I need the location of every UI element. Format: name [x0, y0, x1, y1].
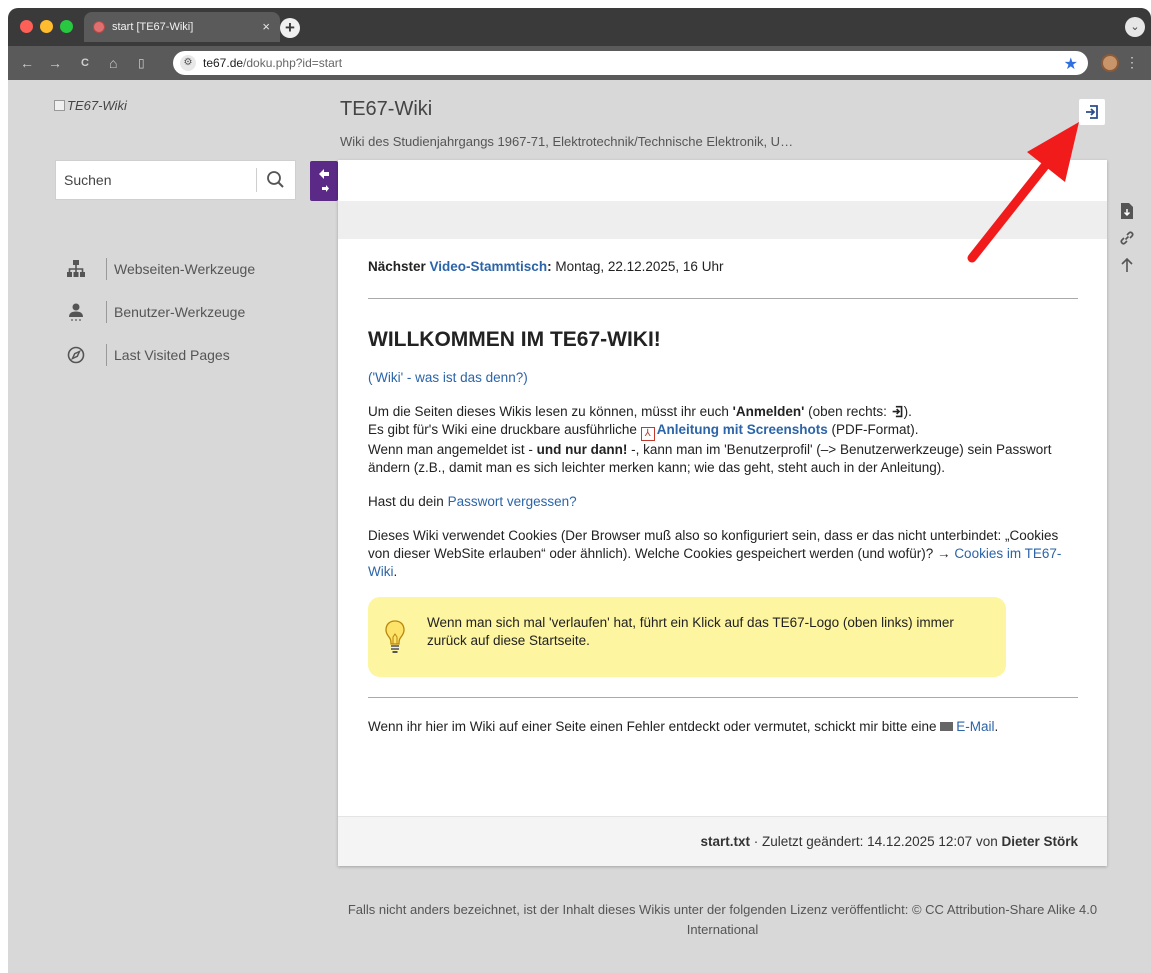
tab-menu-button[interactable]: ⌄	[1125, 17, 1145, 37]
bookmark-star-icon[interactable]: ★	[1064, 54, 1078, 74]
search-icon	[267, 171, 284, 188]
browser-tab[interactable]: start [TE67-Wiki] ×	[84, 12, 280, 42]
login-button[interactable]	[1079, 99, 1105, 125]
reload-icon[interactable]: C	[81, 55, 89, 71]
new-tab-button[interactable]: +	[280, 18, 300, 38]
site-logo[interactable]: TE67-Wiki	[54, 98, 127, 113]
item-separator	[106, 301, 107, 323]
arrow-up-icon	[1121, 257, 1133, 272]
export-pdf-button[interactable]	[1118, 202, 1136, 220]
home-icon[interactable]: ⌂	[109, 55, 117, 71]
back-icon[interactable]: ←	[20, 55, 34, 71]
sidebar-tools: Webseiten-Werkzeuge Benutzer-Werkzeuge L…	[66, 258, 306, 387]
link-icon	[1120, 231, 1134, 245]
wiki-explanation-link[interactable]: ('Wiki' - was ist das denn?)	[368, 370, 528, 385]
search-input[interactable]	[56, 161, 256, 199]
tab-close-icon[interactable]: ×	[262, 19, 270, 34]
browser-window: start [TE67-Wiki] × + ⌄ ← → C ⌂ ▯ ⚙ te67…	[8, 8, 1151, 973]
sitemap-icon	[67, 260, 85, 277]
pdf-icon: ⅄	[640, 427, 655, 441]
divider	[368, 697, 1078, 698]
user-icon	[69, 303, 83, 321]
main-content: Nächster Video-Stammtisch: Montag, 22.12…	[338, 160, 1107, 866]
broken-image-icon	[54, 100, 65, 111]
sidebar-toggle-icon[interactable]: ▯	[138, 55, 145, 71]
divider	[368, 298, 1078, 299]
page-meta: start.txt · Zuletzt geändert: 14.12.2025…	[700, 834, 1078, 849]
item-separator	[106, 258, 107, 280]
sidebar-item-label: Benutzer-Werkzeuge	[114, 304, 246, 320]
close-window-button[interactable]	[20, 20, 33, 33]
arrows-icon	[319, 169, 329, 192]
tab-bar: start [TE67-Wiki] × + ⌄	[8, 8, 1151, 46]
web-page: TE67-Wiki TE67-Wiki Wiki des Studienjahr…	[8, 80, 1151, 973]
license-text: Falls nicht anders bezeichnet, ist der I…	[347, 902, 1098, 937]
password-paragraph: Hast du dein Passwort vergessen?	[368, 494, 577, 509]
search-box	[55, 160, 296, 200]
forgot-password-link[interactable]: Passwort vergessen?	[448, 494, 577, 509]
page-heading: WILLKOMMEN IM TE67-WIKI!	[368, 328, 661, 351]
wiki-explanation-paragraph: ('Wiki' - was ist das denn?)	[368, 369, 1078, 387]
video-stammtisch-link[interactable]: Video-Stammtisch	[430, 259, 548, 274]
cookies-paragraph: Dieses Wiki verwendet Cookies (Der Brows…	[368, 528, 1062, 579]
file-export-icon	[1121, 203, 1133, 219]
sidebar-item-benutzer-werkzeuge[interactable]: Benutzer-Werkzeuge	[66, 301, 306, 323]
profile-avatar[interactable]	[1101, 54, 1119, 72]
maximize-window-button[interactable]	[60, 20, 73, 33]
browser-toolbar: ← → C ⌂ ▯ ⚙ te67.de/doku.php?id=start ★ …	[8, 46, 1151, 80]
site-settings-icon[interactable]: ⚙	[180, 55, 196, 71]
error-report-paragraph: Wenn ihr hier im Wiki auf einer Seite ei…	[368, 719, 999, 734]
sidebar-item-label: Webseiten-Werkzeuge	[114, 261, 256, 277]
back-to-top-button[interactable]	[1118, 256, 1136, 274]
tip-text: Wenn man sich mal 'verlaufen' hat, führt…	[427, 615, 954, 648]
stammtisch-line: Nächster Video-Stammtisch: Montag, 22.12…	[368, 259, 724, 274]
login-icon	[1086, 105, 1098, 119]
lightbulb-icon	[385, 620, 405, 653]
address-bar[interactable]: ⚙ te67.de/doku.php?id=start ★	[173, 51, 1088, 75]
page-info-bar: start.txt · Zuletzt geändert: 14.12.2025…	[338, 816, 1107, 866]
item-separator	[106, 344, 107, 366]
tip-box: Wenn man sich mal 'verlaufen' hat, führt…	[368, 597, 1006, 677]
login-icon	[892, 405, 903, 418]
search-button[interactable]	[262, 167, 290, 193]
mail-icon	[940, 722, 954, 731]
intro-paragraph: Um die Seiten dieses Wikis lesen zu könn…	[368, 404, 1052, 475]
permalink-button[interactable]	[1118, 229, 1136, 247]
sidebar-item-last-visited-pages[interactable]: Last Visited Pages	[66, 344, 306, 366]
manual-pdf-link[interactable]: Anleitung mit Screenshots	[657, 422, 828, 437]
compass-icon	[67, 346, 85, 364]
search-divider	[256, 168, 257, 192]
forward-icon[interactable]: →	[48, 55, 62, 71]
email-link[interactable]: E-Mail	[956, 719, 994, 734]
minimize-window-button[interactable]	[40, 20, 53, 33]
browser-menu-icon[interactable]: ⋮	[1125, 54, 1139, 71]
page-tools	[1118, 202, 1138, 283]
wiki-content: Nächster Video-Stammtisch: Montag, 22.12…	[368, 258, 1078, 752]
favicon-icon	[93, 21, 105, 33]
sidebar-item-label: Last Visited Pages	[114, 347, 230, 363]
sidebar-collapse-button[interactable]	[310, 161, 338, 201]
site-tagline: Wiki des Studienjahrgangs 1967-71, Elekt…	[340, 134, 794, 149]
sidebar-item-webseiten-werkzeuge[interactable]: Webseiten-Werkzeuge	[66, 258, 306, 280]
tab-title: start [TE67-Wiki]	[112, 21, 194, 33]
site-title[interactable]: TE67-Wiki	[340, 98, 432, 121]
url-text[interactable]: te67.de/doku.php?id=start	[203, 56, 342, 70]
page-toolbar-strip	[338, 201, 1107, 239]
